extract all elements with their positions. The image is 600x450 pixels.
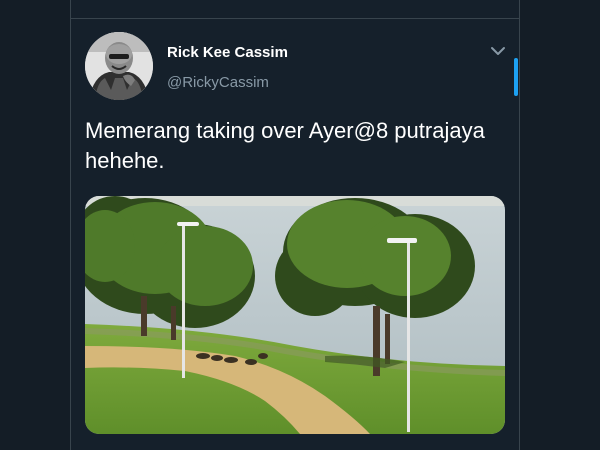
photo-park-otters xyxy=(85,196,505,434)
scrollbar-thumb[interactable] xyxy=(514,58,518,96)
chevron-down-icon[interactable] xyxy=(489,42,507,60)
tweet-column: Rick Kee Cassim @RickyCassim Memerang ta… xyxy=(70,0,520,450)
outer-right-background xyxy=(520,0,600,450)
author-handle[interactable]: @RickyCassim xyxy=(167,74,269,91)
author-name[interactable]: Rick Kee Cassim xyxy=(167,44,288,61)
outer-left-background xyxy=(0,0,70,450)
divider xyxy=(71,18,519,19)
tweet-media-photo[interactable] xyxy=(85,196,505,434)
avatar-photo xyxy=(85,32,153,100)
avatar[interactable] xyxy=(85,32,153,100)
tweet-text: Memerang taking over Ayer@8 putrajaya he… xyxy=(85,118,485,173)
